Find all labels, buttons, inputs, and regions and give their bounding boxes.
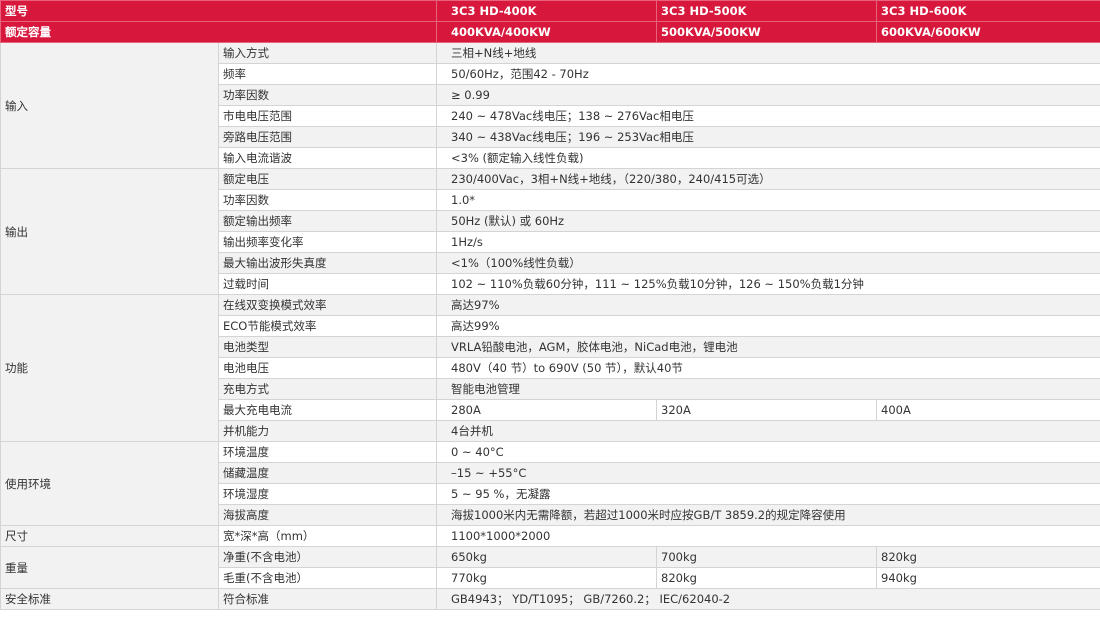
param-label: 频率 bbox=[218, 63, 437, 85]
param-value: ≥ 0.99 bbox=[436, 84, 1100, 106]
param-value: 320A bbox=[656, 399, 877, 421]
param-label: 符合标准 bbox=[218, 588, 437, 610]
capacity-value: 500KVA/500KW bbox=[656, 21, 877, 43]
category-output: 输出 bbox=[0, 168, 219, 295]
param-value: 650kg bbox=[436, 546, 657, 568]
param-label: 环境湿度 bbox=[218, 483, 437, 505]
param-label: 海拔高度 bbox=[218, 504, 437, 526]
model-row: 型号 3C3 HD-400K 3C3 HD-500K 3C3 HD-600K bbox=[0, 0, 1100, 22]
param-label: 旁路电压范围 bbox=[218, 126, 437, 148]
capacity-value: 600KVA/600KW bbox=[876, 21, 1100, 43]
table-row: 使用环境 环境温度 0 ~ 40°C bbox=[0, 441, 1100, 526]
spec-table: 型号 3C3 HD-400K 3C3 HD-500K 3C3 HD-600K 额… bbox=[0, 0, 1100, 610]
param-label: 毛重(不含电池） bbox=[218, 567, 437, 589]
param-label: 额定输出频率 bbox=[218, 210, 437, 232]
table-row: 尺寸 宽*深*高（mm） 1100*1000*2000 bbox=[0, 525, 1100, 547]
param-value: 240 ~ 478Vac线电压；138 ~ 276Vac相电压 bbox=[436, 105, 1100, 127]
param-value: 海拔1000米内无需降额，若超过1000米时应按GB/T 3859.2的规定降容… bbox=[436, 504, 1100, 526]
param-label: 输入方式 bbox=[218, 42, 437, 64]
model-name: 3C3 HD-400K bbox=[436, 0, 657, 22]
param-value: 1.0* bbox=[436, 189, 1100, 211]
param-value: 770kg bbox=[436, 567, 657, 589]
param-value: 50Hz (默认) 或 60Hz bbox=[436, 210, 1100, 232]
param-label: 在线双变换模式效率 bbox=[218, 294, 437, 316]
param-label: 电池电压 bbox=[218, 357, 437, 379]
table-row: 输入 输入方式 三相+N线+地线 bbox=[0, 42, 1100, 169]
param-label: 充电方式 bbox=[218, 378, 437, 400]
param-value: 280A bbox=[436, 399, 657, 421]
param-label: 输入电流谐波 bbox=[218, 147, 437, 169]
param-value: 102 ~ 110%负载60分钟，111 ~ 125%负载10分钟，126 ~ … bbox=[436, 273, 1100, 295]
param-label: ECO节能模式效率 bbox=[218, 315, 437, 337]
param-label: 市电电压范围 bbox=[218, 105, 437, 127]
param-value: 940kg bbox=[876, 567, 1100, 589]
param-label: 过载时间 bbox=[218, 273, 437, 295]
model-label: 型号 bbox=[0, 0, 437, 22]
table-row: 重量 净重(不含电池） 650kg 700kg 820kg bbox=[0, 546, 1100, 589]
param-value: 400A bbox=[876, 399, 1100, 421]
param-label: 净重(不含电池） bbox=[218, 546, 437, 568]
category-function: 功能 bbox=[0, 294, 219, 442]
capacity-label: 额定容量 bbox=[0, 21, 437, 43]
param-label: 储藏温度 bbox=[218, 462, 437, 484]
param-value: 700kg bbox=[656, 546, 877, 568]
param-value: 智能电池管理 bbox=[436, 378, 1100, 400]
param-value: 三相+N线+地线 bbox=[436, 42, 1100, 64]
capacity-row: 额定容量 400KVA/400KW 500KVA/500KW 600KVA/60… bbox=[0, 21, 1100, 43]
table-row: 输出 额定电压 230/400Vac，3相+N线+地线，（220/380，240… bbox=[0, 168, 1100, 295]
param-value: 0 ~ 40°C bbox=[436, 441, 1100, 463]
param-label: 宽*深*高（mm） bbox=[218, 525, 437, 547]
category-input: 输入 bbox=[0, 42, 219, 169]
param-value: VRLA铅酸电池，AGM，胶体电池，NiCad电池，锂电池 bbox=[436, 336, 1100, 358]
param-label: 输出频率变化率 bbox=[218, 231, 437, 253]
param-value: GB4943； YD/T1095； GB/7260.2； IEC/62040-2 bbox=[436, 588, 1100, 610]
category-weight: 重量 bbox=[0, 546, 219, 589]
param-value: 820kg bbox=[656, 567, 877, 589]
param-value: 340 ~ 438Vac线电压；196 ~ 253Vac相电压 bbox=[436, 126, 1100, 148]
capacity-value: 400KVA/400KW bbox=[436, 21, 657, 43]
param-value: <3% (额定输入线性负载) bbox=[436, 147, 1100, 169]
param-label: 并机能力 bbox=[218, 420, 437, 442]
param-label: 最大输出波形失真度 bbox=[218, 252, 437, 274]
model-name: 3C3 HD-600K bbox=[876, 0, 1100, 22]
param-value: 480V（40 节）to 690V (50 节），默认40节 bbox=[436, 357, 1100, 379]
param-value: 1100*1000*2000 bbox=[436, 525, 1100, 547]
param-value: 高达99% bbox=[436, 315, 1100, 337]
table-row: 功能 在线双变换模式效率 高达97% bbox=[0, 294, 1100, 442]
param-value: 820kg bbox=[876, 546, 1100, 568]
model-name: 3C3 HD-500K bbox=[656, 0, 877, 22]
param-label: 电池类型 bbox=[218, 336, 437, 358]
table-row: 安全标准 符合标准 GB4943； YD/T1095； GB/7260.2； I… bbox=[0, 588, 1100, 610]
param-value: 50/60Hz，范围42 - 70Hz bbox=[436, 63, 1100, 85]
category-safety: 安全标准 bbox=[0, 588, 219, 610]
param-value: 230/400Vac，3相+N线+地线，（220/380，240/415可选） bbox=[436, 168, 1100, 190]
param-value: 4台并机 bbox=[436, 420, 1100, 442]
param-label: 功率因数 bbox=[218, 189, 437, 211]
param-label: 额定电压 bbox=[218, 168, 437, 190]
category-environment: 使用环境 bbox=[0, 441, 219, 526]
param-value: –15 ~ +55°C bbox=[436, 462, 1100, 484]
param-label: 功率因数 bbox=[218, 84, 437, 106]
param-label: 最大充电电流 bbox=[218, 399, 437, 421]
param-value: 5 ~ 95 %，无凝露 bbox=[436, 483, 1100, 505]
param-value: <1%（100%线性负载） bbox=[436, 252, 1100, 274]
param-value: 1Hz/s bbox=[436, 231, 1100, 253]
param-label: 环境温度 bbox=[218, 441, 437, 463]
category-size: 尺寸 bbox=[0, 525, 219, 547]
param-value: 高达97% bbox=[436, 294, 1100, 316]
